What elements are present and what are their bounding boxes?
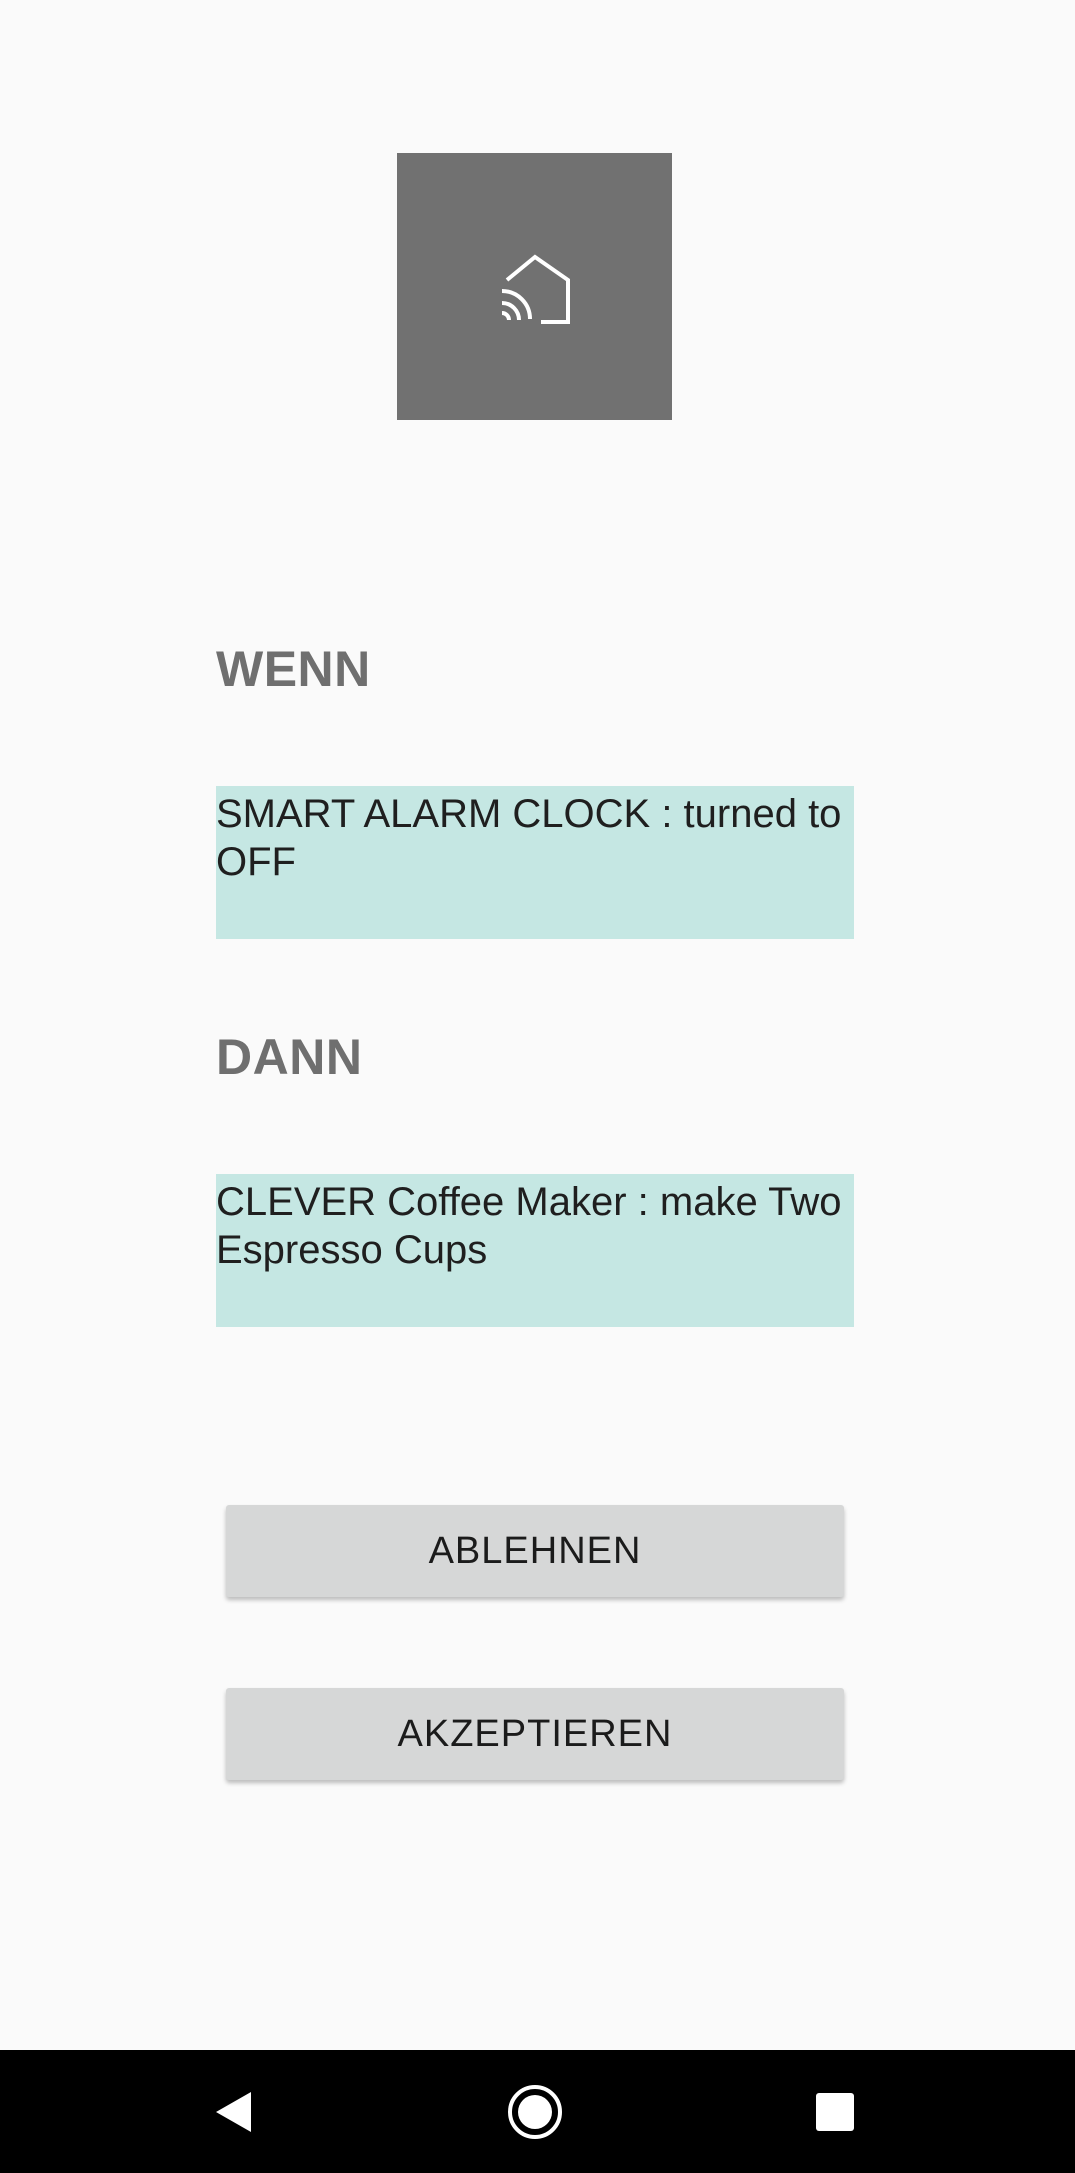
recents-square-icon xyxy=(816,2092,854,2131)
app-logo xyxy=(397,153,672,420)
if-heading: WENN xyxy=(216,641,371,697)
system-navigation-bar xyxy=(0,2050,1075,2173)
nav-recents-button[interactable] xyxy=(775,2050,895,2173)
accept-button[interactable]: AKZEPTIEREN xyxy=(226,1688,844,1780)
if-condition-box: SMART ALARM CLOCK : turned to OFF xyxy=(216,786,854,939)
back-triangle-icon xyxy=(216,2091,251,2132)
smart-home-icon xyxy=(501,253,570,324)
nav-home-button[interactable] xyxy=(475,2050,595,2173)
decline-button[interactable]: ABLEHNEN xyxy=(226,1505,844,1597)
home-circle-icon xyxy=(508,2084,562,2139)
rule-review-screen: WENN SMART ALARM CLOCK : turned to OFF D… xyxy=(0,0,1075,2050)
then-heading: DANN xyxy=(216,1029,363,1085)
nav-back-button[interactable] xyxy=(173,2050,293,2173)
then-action-box: CLEVER Coffee Maker : make Two Espresso … xyxy=(216,1174,854,1327)
